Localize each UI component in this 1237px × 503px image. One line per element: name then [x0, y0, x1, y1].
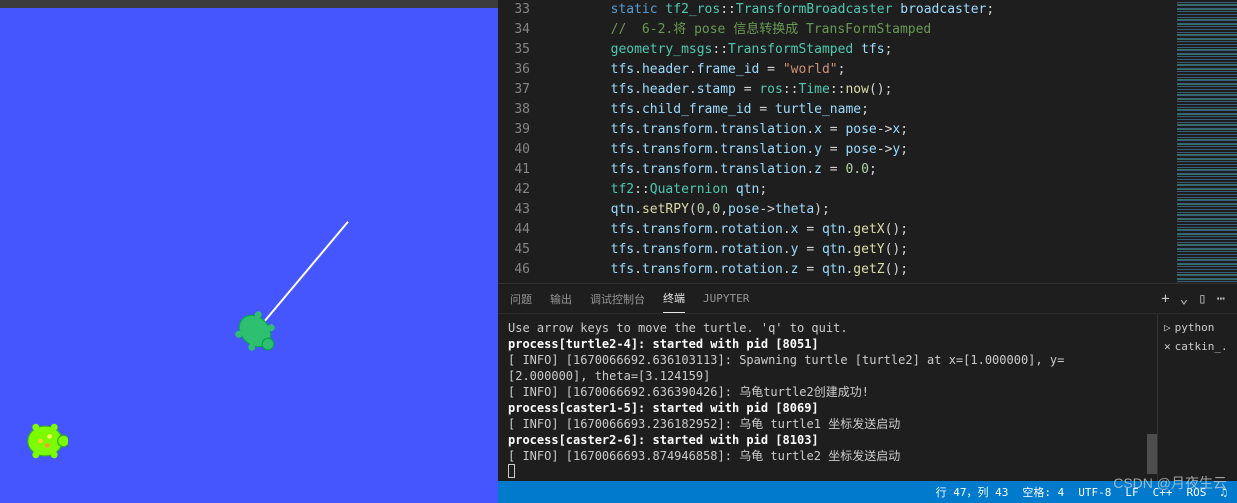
turtle1-sprite [232, 308, 278, 354]
terminal-session-label: python [1175, 321, 1215, 334]
line-number: 34 [498, 20, 530, 40]
tab-debug-console[interactable]: 调试控制台 [590, 285, 645, 313]
status-notifications-icon[interactable]: ♫ [1220, 486, 1227, 499]
code-editor[interactable]: 3334353637383940414243444546 static tf2_… [498, 0, 1177, 283]
line-number: 37 [498, 80, 530, 100]
line-number: 40 [498, 140, 530, 160]
terminal-session-python[interactable]: ▷ python [1162, 318, 1233, 337]
line-number: 36 [498, 60, 530, 80]
line-number: 42 [498, 180, 530, 200]
turtle2-sprite [22, 418, 68, 464]
status-encoding[interactable]: UTF-8 [1078, 486, 1111, 499]
tab-problems[interactable]: 问题 [510, 285, 532, 313]
code-line[interactable]: tfs.transform.translation.x = pose->x; [548, 120, 1177, 140]
terminal-dropdown-icon[interactable]: ⌄ [1180, 291, 1188, 307]
code-line[interactable]: tfs.child_frame_id = turtle_name; [548, 100, 1177, 120]
status-bar: 行 47，列 43 空格: 4 UTF-8 LF C++ ROS ♫ [498, 481, 1237, 503]
terminal-scrollbar[interactable] [1147, 314, 1157, 481]
minimap[interactable] [1177, 0, 1237, 283]
terminal-line: process[caster2-6]: started with pid [81… [508, 432, 1137, 448]
code-line[interactable]: qtn.setRPY(0,0,pose->theta); [548, 200, 1177, 220]
new-terminal-button[interactable]: + [1161, 291, 1169, 307]
status-language[interactable]: C++ [1153, 486, 1173, 499]
terminal-session-list: ▷ python ✕ catkin_. [1157, 314, 1237, 481]
status-eol[interactable]: LF [1125, 486, 1138, 499]
line-number: 33 [498, 0, 530, 20]
status-cursor-position[interactable]: 行 47，列 43 [936, 484, 1009, 500]
tools-icon: ✕ [1164, 340, 1171, 353]
status-ros[interactable]: ROS [1187, 486, 1207, 499]
code-line[interactable]: tfs.transform.translation.z = 0.0; [548, 160, 1177, 180]
terminal-icon: ▷ [1164, 321, 1171, 334]
terminal-panel: 问题 输出 调试控制台 终端 JUPYTER + ⌄ ▯ ⋯ Use arrow… [498, 283, 1237, 481]
code-line[interactable]: geometry_msgs::TransformStamped tfs; [548, 40, 1177, 60]
code-line[interactable]: tfs.transform.rotation.x = qtn.getX(); [548, 220, 1177, 240]
line-number: 43 [498, 200, 530, 220]
line-number: 44 [498, 220, 530, 240]
terminal-line: [ INFO] [1670066692.636103113]: Spawning… [508, 352, 1137, 384]
code-line[interactable]: tf2::Quaternion qtn; [548, 180, 1177, 200]
code-line[interactable]: tfs.header.frame_id = "world"; [548, 60, 1177, 80]
code-line[interactable]: tfs.transform.rotation.y = qtn.getY(); [548, 240, 1177, 260]
terminal-session-catkin[interactable]: ✕ catkin_. [1162, 337, 1233, 356]
line-number: 35 [498, 40, 530, 60]
line-number-gutter: 3334353637383940414243444546 [498, 0, 548, 283]
split-terminal-button[interactable]: ▯ [1198, 291, 1206, 307]
status-indentation[interactable]: 空格: 4 [1022, 484, 1064, 500]
tab-terminal[interactable]: 终端 [663, 284, 685, 313]
terminal-line: Use arrow keys to move the turtle. 'q' t… [508, 320, 1137, 336]
turtlesim-window[interactable] [0, 0, 498, 503]
line-number: 39 [498, 120, 530, 140]
vscode-editor-area: 3334353637383940414243444546 static tf2_… [498, 0, 1237, 503]
tab-jupyter[interactable]: JUPYTER [703, 286, 749, 311]
code-line[interactable]: tfs.header.stamp = ros::Time::now(); [548, 80, 1177, 100]
code-line[interactable]: static tf2_ros::TransformBroadcaster bro… [548, 0, 1177, 20]
terminal-line: process[turtle2-4]: started with pid [80… [508, 336, 1137, 352]
terminal-line: [ INFO] [1670066693.874946858]: 乌龟 turtl… [508, 448, 1137, 464]
terminal-cursor [508, 464, 1137, 481]
line-number: 45 [498, 240, 530, 260]
line-number: 38 [498, 100, 530, 120]
panel-tab-bar: 问题 输出 调试控制台 终端 JUPYTER + ⌄ ▯ ⋯ [498, 284, 1237, 314]
line-number: 46 [498, 260, 530, 280]
more-actions-icon[interactable]: ⋯ [1217, 291, 1225, 307]
code-line[interactable]: tfs.transform.rotation.z = qtn.getZ(); [548, 260, 1177, 280]
code-content[interactable]: static tf2_ros::TransformBroadcaster bro… [548, 0, 1177, 283]
terminal-output[interactable]: Use arrow keys to move the turtle. 'q' t… [498, 314, 1147, 481]
terminal-session-label: catkin_. [1175, 340, 1228, 353]
terminal-line: [ INFO] [1670066692.636390426]: 乌龟turtle… [508, 384, 1137, 400]
turtlesim-titlebar[interactable] [0, 0, 498, 8]
terminal-line: process[caster1-5]: started with pid [80… [508, 400, 1137, 416]
code-line[interactable]: // 6-2.将 pose 信息转换成 TransFormStamped [548, 20, 1177, 40]
tab-output[interactable]: 输出 [550, 285, 572, 313]
terminal-line: [ INFO] [1670066693.236182952]: 乌龟 turtl… [508, 416, 1137, 432]
line-number: 41 [498, 160, 530, 180]
code-line[interactable]: tfs.transform.translation.y = pose->y; [548, 140, 1177, 160]
